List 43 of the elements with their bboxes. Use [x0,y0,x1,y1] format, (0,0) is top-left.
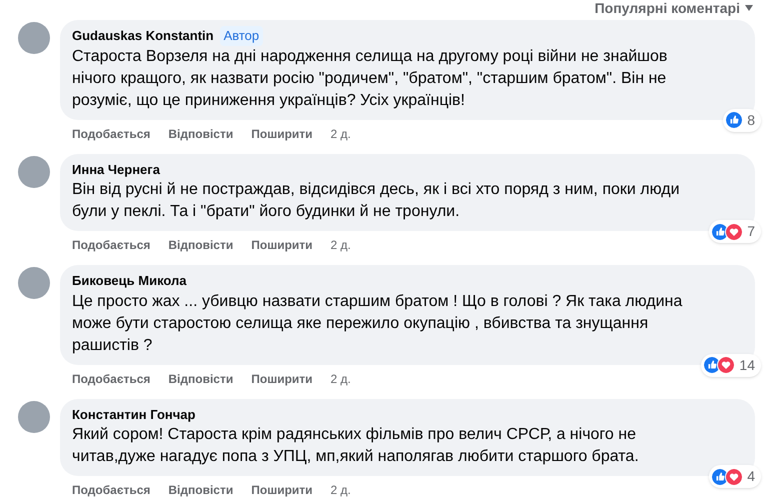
comment-action-link[interactable]: Поширити [251,124,313,142]
comment-time[interactable]: 2 д. [330,370,351,388]
reaction-badge[interactable]: 8 [723,108,761,132]
heart-icon [717,356,736,374]
reaction-badge[interactable]: 14 [701,354,761,376]
comment-time[interactable]: 2 д. [330,236,351,254]
comment-action-link[interactable]: Поширити [251,481,313,497]
reaction-count: 14 [739,356,756,374]
avatar[interactable] [18,22,50,54]
comment-action-link[interactable]: Відповісти [168,370,234,388]
comment-action-link[interactable]: Подобається [72,481,150,497]
comment-action-link[interactable]: Подобається [72,236,150,254]
comment-action-link[interactable]: Відповісти [168,124,234,142]
comment-action-link[interactable]: Відповісти [168,236,234,254]
comment-text: Це просто жах ... убивцю назвати старшим братом ! Що в голові ? Як така людина може бути старостою селища яке пережило окупацію , вбивства та знущання рашистів ? [72,292,684,356]
comment-action-link[interactable]: Подобається [72,370,150,388]
comment-action-link[interactable]: Відповісти [168,481,234,497]
reaction-badge[interactable]: 4 [709,465,761,488]
comment-text: Він від русні й не постраждав, відсидівся десь, як і всі хто поряд з ним, поки люди були у пеклі. Та і "брати" його будинки й не тронули. [72,180,681,222]
sort-menu[interactable]: Популярні коментарі [594,0,740,18]
avatar[interactable] [18,267,50,299]
avatar[interactable] [18,400,50,432]
heart-icon [725,468,744,486]
heart-icon [725,222,744,240]
avatar[interactable] [18,156,50,188]
caret-icon [744,4,754,12]
reaction-badge[interactable]: 7 [709,220,761,243]
comment-author[interactable]: Биковець Микола [72,271,187,290]
comment-author[interactable]: Константин Гончар [72,404,196,424]
thumbs-up-icon [725,111,744,129]
reaction-count: 7 [747,222,756,241]
author-badge: Автор [220,26,264,46]
comment-author[interactable]: Инна Чернега [72,160,160,179]
comment-time[interactable]: 2 д. [330,124,351,142]
comment-action-link[interactable]: Подобається [72,124,150,142]
comment-action-link[interactable]: Поширити [251,236,313,254]
reaction-count: 4 [747,467,756,486]
comment-author[interactable]: Gudauskas Konstantin [72,26,214,46]
comment-text: Який сором! Староста крім радянських фільмів про велич СРСР, а нічого не читав,дуже нагадує попа з УПЦ, мп,який наполягав любити старшого брата. [72,425,640,467]
comment-text: Староста Ворзеля на дні народження селища на другому році війни не знайшов нічого кращого, як назвати росію "родичем", "братом", "старшим братом". Він не розуміє, що це приниження українців? Усіх українців! [72,46,668,110]
comment-action-link[interactable]: Поширити [251,370,313,388]
reaction-count: 8 [747,110,756,130]
comment-time[interactable]: 2 д. [330,481,351,497]
